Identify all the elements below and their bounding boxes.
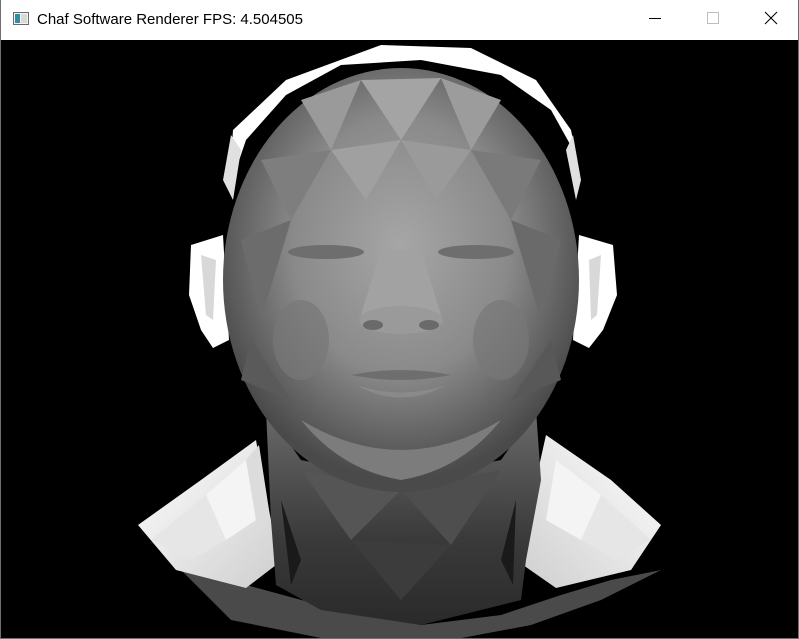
window-title: Chaf Software Renderer FPS: 4.504505 — [37, 11, 303, 28]
close-button[interactable] — [742, 0, 798, 40]
rendered-head-mesh — [1, 40, 798, 638]
title-bar[interactable]: Chaf Software Renderer FPS: 4.504505 — [1, 0, 798, 40]
maximize-button[interactable] — [684, 0, 742, 40]
close-icon — [764, 11, 778, 30]
render-viewport[interactable] — [1, 40, 798, 638]
app-window-icon[interactable] — [13, 12, 29, 25]
maximize-icon — [707, 11, 719, 29]
minimize-icon — [649, 11, 661, 29]
app-window: Chaf Software Renderer FPS: 4.504505 — [0, 0, 799, 639]
minimize-button[interactable] — [626, 0, 684, 40]
